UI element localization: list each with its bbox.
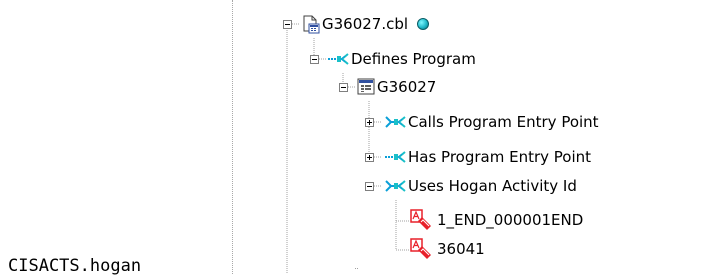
cobol-file-icon — [302, 15, 321, 34]
hogan-activity-icon — [410, 209, 432, 231]
tree-node-defines-program[interactable]: Defines Program — [328, 48, 477, 70]
node-label: Calls Program Entry Point — [408, 113, 599, 131]
node-label: Defines Program — [351, 50, 476, 68]
relationship-arrow-icon — [385, 150, 407, 164]
program-icon — [357, 78, 376, 96]
node-label: 1_END_000001END — [437, 211, 584, 229]
toggle-has-program-entry-point[interactable] — [365, 153, 374, 162]
relationship-arrow-icon — [385, 115, 407, 129]
node-label: Has Program Entry Point — [408, 148, 592, 166]
toggle-calls-program-entry-point[interactable] — [365, 118, 374, 127]
tree-node-uses-hogan-activity-id[interactable]: Uses Hogan Activity Id — [385, 175, 578, 197]
toggle-defines-program[interactable] — [310, 55, 319, 64]
tree-connectors — [286, 23, 410, 274]
relationship-arrow-icon — [385, 179, 407, 193]
hogan-activity-icon — [410, 238, 432, 260]
node-label: G36027.cbl — [322, 15, 409, 33]
relationship-arrow-icon — [328, 52, 350, 66]
node-label: 36041 — [437, 240, 485, 258]
tree-node-has-program-entry-point[interactable]: Has Program Entry Point — [385, 146, 592, 168]
node-label: G36027 — [377, 78, 437, 96]
tree-node-g36027[interactable]: G36027 — [357, 76, 437, 98]
status-dot-icon — [417, 18, 430, 30]
tree-node-activity-1[interactable]: 1_END_000001END — [410, 209, 584, 231]
tree-node-activity-2[interactable]: 36041 — [410, 238, 486, 260]
tree-node-calls-program-entry-point[interactable]: Calls Program Entry Point — [385, 111, 600, 133]
node-label: Uses Hogan Activity Id — [408, 177, 577, 195]
toggle-g36027-cbl[interactable] — [283, 20, 292, 29]
toggle-g36027[interactable] — [339, 83, 348, 92]
tree-node-g36027-cbl[interactable]: G36027.cbl — [302, 13, 430, 35]
toggle-uses-hogan-activity-id[interactable] — [365, 182, 374, 191]
